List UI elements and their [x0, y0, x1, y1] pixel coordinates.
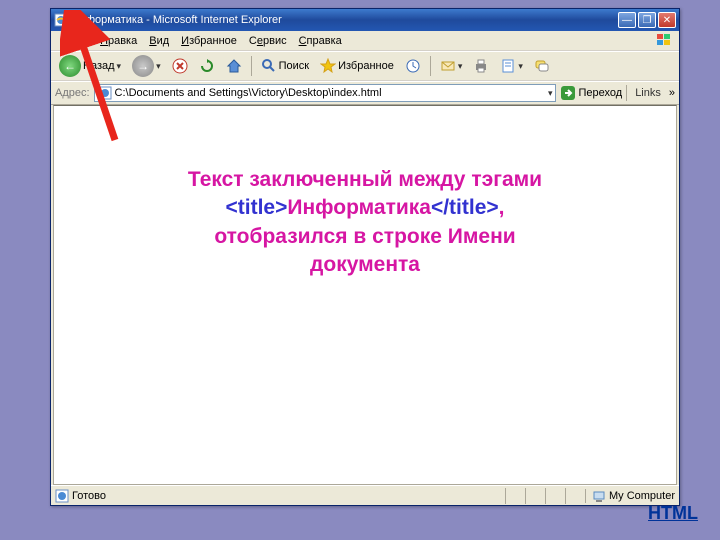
menu-file[interactable]: Файл [55, 33, 94, 49]
refresh-button[interactable] [195, 56, 219, 76]
status-left: Готово [55, 489, 505, 503]
search-icon [261, 58, 277, 74]
comma: , [499, 196, 505, 219]
menu-favorites[interactable]: Избранное [175, 33, 243, 49]
chevron-down-icon[interactable]: ▾ [548, 88, 553, 99]
arrow-right-icon: → [132, 55, 154, 77]
favorites-button[interactable]: Избранное [316, 56, 398, 76]
chevron-down-icon: ▾ [518, 61, 523, 72]
browser-window: Информатика - Microsoft Internet Explore… [50, 8, 680, 506]
edit-icon [500, 58, 516, 74]
menu-help[interactable]: Справка [293, 33, 348, 49]
toolbar-separator [430, 56, 431, 76]
stop-button[interactable] [168, 56, 192, 76]
tag-close: </title> [431, 196, 499, 219]
stop-icon [172, 58, 188, 74]
slide-text: Текст заключенный между тэгами <title>Ин… [54, 166, 676, 279]
status-zone: My Computer [585, 489, 675, 503]
text-line-4: документа [94, 251, 636, 279]
mail-button[interactable]: ▾ [436, 56, 467, 76]
tag-open: <title> [226, 196, 288, 219]
forward-button[interactable]: → ▾ [128, 53, 165, 79]
status-panel [545, 488, 565, 504]
chevron-down-icon: ▾ [117, 61, 122, 72]
links-label[interactable]: Links [631, 87, 665, 99]
arrow-left-icon: ← [59, 55, 81, 77]
address-label: Адрес: [55, 87, 90, 99]
ie-page-icon [98, 86, 112, 100]
chevron-down-icon: ▾ [156, 61, 161, 72]
status-panel [525, 488, 545, 504]
history-icon [405, 58, 421, 74]
ie-page-icon [55, 489, 69, 503]
maximize-button[interactable]: ❐ [638, 12, 656, 28]
history-button[interactable] [401, 56, 425, 76]
star-icon [320, 58, 336, 74]
titlebar: Информатика - Microsoft Internet Explore… [51, 9, 679, 31]
links-chevron[interactable]: » [669, 87, 675, 99]
statusbar: Готово My Computer [51, 485, 679, 505]
text-line-1: Текст заключенный между тэгами [94, 166, 636, 194]
status-panel [565, 488, 585, 504]
search-label: Поиск [279, 60, 309, 72]
menu-edit[interactable]: Правка [94, 33, 143, 49]
chevron-down-icon: ▾ [458, 61, 463, 72]
my-computer-icon [592, 489, 606, 503]
status-panel [505, 488, 525, 504]
refresh-icon [199, 58, 215, 74]
zone-label: My Computer [609, 490, 675, 502]
tag-text: Информатика [287, 196, 431, 219]
mail-icon [440, 58, 456, 74]
window-title: Информатика - Microsoft Internet Explore… [72, 14, 618, 26]
menu-tools[interactable]: Сервис [243, 33, 293, 49]
go-arrow-icon [560, 85, 576, 101]
content-area: Текст заключенный между тэгами <title>Ин… [53, 105, 677, 485]
text-line-3: отобразился в строке Имени [94, 223, 636, 251]
go-button[interactable]: Переход [560, 85, 622, 101]
print-icon [473, 58, 489, 74]
minimize-button[interactable]: — [618, 12, 636, 28]
home-button[interactable] [222, 56, 246, 76]
search-button[interactable]: Поиск [257, 56, 313, 76]
address-input[interactable]: C:\Documents and Settings\Victory\Deskto… [94, 84, 557, 102]
edit-button[interactable]: ▾ [496, 56, 527, 76]
ie-page-icon [54, 13, 68, 27]
address-value: C:\Documents and Settings\Victory\Deskto… [115, 87, 545, 99]
menubar: Файл Правка Вид Избранное Сервис Справка [51, 31, 679, 51]
favorites-label: Избранное [338, 60, 394, 72]
toolbar: ← Назад ▾ → ▾ Поиск Избранное [51, 51, 679, 81]
window-controls: — ❐ ✕ [618, 12, 676, 28]
windows-flag-icon [655, 32, 675, 48]
discuss-icon [534, 58, 550, 74]
close-button[interactable]: ✕ [658, 12, 676, 28]
status-ready: Готово [72, 490, 106, 502]
menu-view[interactable]: Вид [143, 33, 175, 49]
text-line-2: <title>Информатика</title>, [94, 194, 636, 222]
toolbar-separator [251, 56, 252, 76]
addressbar: Адрес: C:\Documents and Settings\Victory… [51, 81, 679, 105]
back-label: Назад [83, 60, 115, 72]
discuss-button[interactable] [530, 56, 554, 76]
go-label: Переход [578, 87, 622, 99]
html-link[interactable]: HTML [648, 503, 698, 524]
back-button[interactable]: ← Назад ▾ [55, 53, 125, 79]
home-icon [226, 58, 242, 74]
print-button[interactable] [469, 56, 493, 76]
